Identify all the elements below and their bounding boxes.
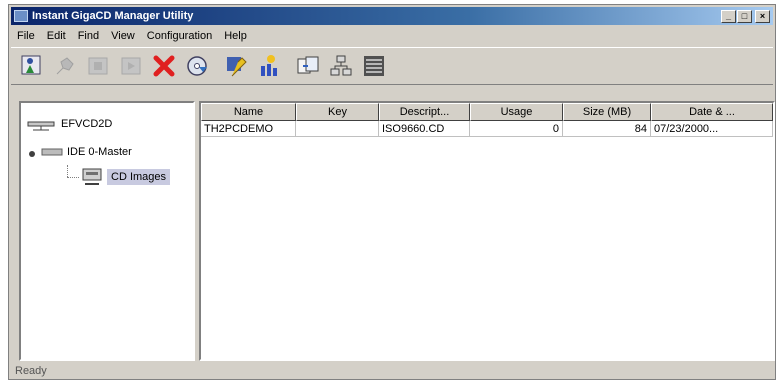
- eject-disc-icon: [187, 56, 207, 76]
- menu-configuration[interactable]: Configuration: [141, 30, 218, 42]
- tool-disabled-icon: [56, 57, 74, 75]
- title-bar[interactable]: Instant GigaCD Manager Utility _ □ ×: [11, 7, 773, 25]
- copy-icon: [297, 56, 319, 74]
- window-title: Instant GigaCD Manager Utility: [32, 10, 194, 22]
- column-header-name[interactable]: Name: [201, 103, 296, 121]
- menu-bar: File Edit Find View Configuration Help: [11, 27, 773, 45]
- close-button[interactable]: ×: [755, 9, 770, 23]
- cd-image-list: Name Key Descript... Usage Size (MB) Dat…: [199, 101, 775, 361]
- column-header-date[interactable]: Date & ...: [651, 103, 773, 121]
- column-header-usage[interactable]: Usage: [470, 103, 563, 121]
- properties-button[interactable]: [221, 51, 251, 81]
- tree-label-cd-images: CD Images: [107, 169, 171, 185]
- tool-disabled-icon: [121, 57, 141, 75]
- menu-find[interactable]: Find: [72, 30, 105, 42]
- toolbar-button-2[interactable]: [50, 51, 80, 81]
- cd-drive-icon: [82, 168, 102, 185]
- tree-item-cd-images[interactable]: CD Images: [81, 167, 171, 187]
- tree-label-server: EFVCD2D: [61, 118, 113, 130]
- network-button[interactable]: [326, 51, 356, 81]
- tree-item-server[interactable]: EFVCD2D: [27, 117, 112, 131]
- column-header-key[interactable]: Key: [296, 103, 379, 121]
- toolbar-button-4[interactable]: [116, 51, 146, 81]
- statistics-button[interactable]: [254, 51, 284, 81]
- toolbar: [11, 47, 773, 85]
- statistics-icon: [261, 55, 277, 76]
- column-header-description[interactable]: Descript...: [379, 103, 470, 121]
- menu-view[interactable]: View: [105, 30, 141, 42]
- toolbar-button-3[interactable]: [83, 51, 113, 81]
- app-icon: [14, 10, 28, 22]
- cell-key: [296, 121, 379, 137]
- wizard-icon: [21, 55, 41, 75]
- minimize-button[interactable]: _: [721, 9, 736, 23]
- eject-disc-button[interactable]: [182, 51, 212, 81]
- list-view-icon: [364, 56, 384, 76]
- folder-tree[interactable]: EFVCD2D IDE 0-Master CD Images: [19, 101, 195, 361]
- column-header-size[interactable]: Size (MB): [563, 103, 651, 121]
- menu-file[interactable]: File: [11, 30, 41, 42]
- wizard-button[interactable]: [17, 51, 47, 81]
- cell-date: 07/23/2000...: [651, 121, 773, 137]
- network-icon: [330, 55, 352, 76]
- menu-help[interactable]: Help: [218, 30, 253, 42]
- status-bar: Ready: [15, 365, 47, 377]
- list-header: Name Key Descript... Usage Size (MB) Dat…: [201, 103, 773, 121]
- delete-icon: [153, 55, 175, 77]
- cell-description: ISO9660.CD: [379, 121, 470, 137]
- cell-size: 84: [563, 121, 651, 137]
- collapse-icon[interactable]: [28, 150, 36, 158]
- tree-item-drive[interactable]: IDE 0-Master: [41, 146, 132, 158]
- tree-label-drive: IDE 0-Master: [67, 146, 132, 158]
- hard-drive-icon: [41, 148, 63, 156]
- tool-disabled-icon: [88, 57, 108, 75]
- menu-edit[interactable]: Edit: [41, 30, 72, 42]
- properties-icon: [227, 57, 247, 77]
- copy-button[interactable]: [293, 51, 323, 81]
- cell-usage: 0: [470, 121, 563, 137]
- server-icon: [27, 121, 55, 131]
- table-row[interactable]: TH2PCDEMO ISO9660.CD 0 84 07/23/2000...: [201, 121, 773, 137]
- delete-button[interactable]: [149, 51, 179, 81]
- maximize-button[interactable]: □: [737, 9, 752, 23]
- list-view-button[interactable]: [359, 51, 389, 81]
- app-window: Instant GigaCD Manager Utility _ □ × Fil…: [8, 4, 776, 380]
- cell-name: TH2PCDEMO: [201, 121, 296, 137]
